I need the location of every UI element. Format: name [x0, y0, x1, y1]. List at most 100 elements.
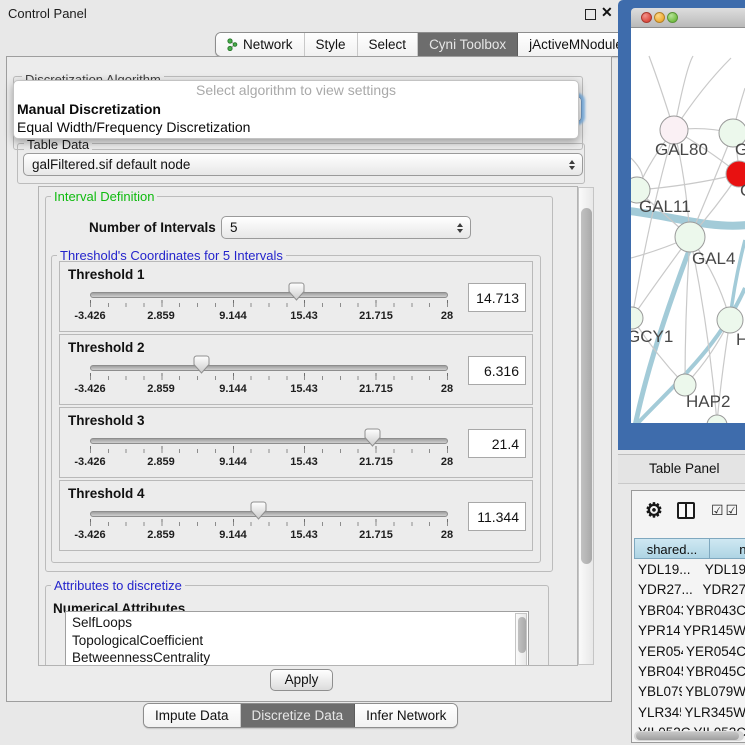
list-item-topologicalcoefficient[interactable]: TopologicalCoefficient [66, 632, 528, 650]
tick-marks [90, 376, 449, 380]
table-cell: YBR045C [634, 662, 683, 682]
column-header-shared-name[interactable]: shared... [634, 538, 710, 559]
column-header-name[interactable]: na [710, 538, 745, 559]
table-panel-title: Table Panel [649, 461, 720, 476]
horizontal-scrollbar-thumb[interactable] [636, 732, 739, 740]
table-cell: YDL19 [702, 560, 745, 580]
traffic-light-close-icon[interactable] [641, 12, 652, 23]
list-scrollbar[interactable] [515, 613, 527, 666]
tab-label: Style [316, 33, 346, 56]
network-canvas[interactable]: GAL80 G. C GAL11 GAL4 GCY1 H HAP2 [631, 28, 745, 423]
apply-button[interactable]: Apply [270, 669, 333, 691]
threshold-value-field[interactable]: 11.344 [468, 502, 526, 531]
tick-label: 9.144 [219, 310, 247, 322]
table-cell: YDR27... [634, 580, 699, 600]
table-row[interactable]: YDR27...YDR27 [634, 580, 745, 600]
popup-item-manual-discretization[interactable]: Manual Discretization [14, 100, 578, 118]
node-label: G. [735, 140, 745, 159]
tab-infer-network[interactable]: Infer Network [355, 704, 457, 727]
slider-track[interactable] [90, 438, 448, 444]
tab-cyni-toolbox[interactable]: Cyni Toolbox [418, 33, 518, 56]
tab-select[interactable]: Select [358, 33, 419, 56]
network-icon [227, 38, 238, 51]
network-node-bottom[interactable] [707, 415, 727, 423]
table-row[interactable]: YBL079WYBL079W [634, 682, 745, 702]
table-data-selected-value: galFiltered.sif default node [32, 157, 190, 172]
threshold-label: Threshold 2 [68, 340, 145, 355]
network-node-gal4[interactable] [675, 222, 705, 252]
slider-track[interactable] [90, 511, 448, 517]
threshold-value-field[interactable]: 14.713 [468, 283, 526, 312]
tab-label: Infer Network [366, 704, 446, 727]
tick-label: 15.43 [290, 383, 318, 395]
threshold-label: Threshold 3 [68, 413, 145, 428]
threshold-value-field[interactable]: 6.316 [468, 356, 526, 385]
interval-definition-group-title: Interval Definition [51, 189, 157, 204]
number-of-intervals-label: Number of Intervals [89, 220, 216, 235]
tick-label: 15.43 [290, 310, 318, 322]
float-window-icon[interactable] [585, 9, 596, 20]
horizontal-scrollbar[interactable] [634, 731, 744, 741]
screen: Control Panel ✕ Network Style Select Cyn… [0, 0, 745, 745]
table-row[interactable]: YER054CYER054C [634, 642, 745, 662]
tick-label: 15.43 [290, 456, 318, 468]
table-cell: YBL079W [682, 682, 745, 702]
slider-thumb[interactable] [250, 501, 267, 520]
tick-label: 2.859 [147, 456, 175, 468]
node-label: H [736, 330, 745, 349]
popup-item-equal-width-frequency[interactable]: Equal Width/Frequency Discretization [14, 118, 578, 136]
slider-track[interactable] [90, 292, 448, 298]
table-cell: YBL079W [634, 682, 682, 702]
content-scrollbar-thumb[interactable] [581, 208, 592, 564]
table-row[interactable]: YPR145WYPR145W [634, 621, 745, 641]
tab-style[interactable]: Style [305, 33, 358, 56]
table-cell: YER054C [634, 642, 683, 662]
network-window: GAL80 G. C GAL11 GAL4 GCY1 H HAP2 [618, 0, 745, 450]
tab-network[interactable]: Network [216, 33, 305, 56]
tick-marks [90, 449, 449, 453]
tick-label: 2.859 [147, 310, 175, 322]
node-label: GAL11 [639, 197, 691, 216]
tick-label: 28 [441, 310, 453, 322]
table-column-headers: shared... na [634, 538, 745, 559]
split-view-icon[interactable] [677, 502, 695, 519]
tick-label: -3.426 [74, 529, 105, 541]
list-scrollbar-thumb[interactable] [518, 617, 526, 653]
tick-label: 9.144 [219, 529, 247, 541]
list-item-betweennesscentrality[interactable]: BetweennessCentrality [66, 649, 528, 666]
table-data-combobox[interactable]: galFiltered.sif default node [23, 153, 583, 176]
tick-label: -3.426 [74, 383, 105, 395]
slider-thumb[interactable] [364, 428, 381, 447]
node-label: GAL4 [692, 249, 735, 268]
table-data-group-title: Table Data [24, 137, 92, 152]
tick-marks [90, 303, 449, 307]
threshold-label: Threshold 4 [68, 486, 145, 501]
slider-thumb[interactable] [288, 282, 305, 301]
table-row[interactable]: YBR045CYBR045C [634, 662, 745, 682]
table-row[interactable]: YBR043CYBR043C [634, 601, 745, 621]
traffic-light-minimize-icon[interactable] [654, 12, 665, 23]
list-item-selfloops[interactable]: SelfLoops [66, 612, 528, 632]
threshold-row: Threshold 1 -3.426 2.859 9.144 15.43 21.… [59, 261, 533, 332]
threshold-value-field[interactable]: 21.4 [468, 429, 526, 458]
checkbox-icons[interactable]: ☑☑ [711, 502, 740, 519]
content-scrollbar[interactable] [578, 187, 594, 665]
traffic-light-zoom-icon[interactable] [667, 12, 678, 23]
number-of-intervals-combobox[interactable]: 5 [221, 216, 471, 239]
slider-thumb[interactable] [193, 355, 210, 374]
tab-impute-data[interactable]: Impute Data [144, 704, 241, 727]
tick-label: 2.859 [147, 383, 175, 395]
tick-label: 15.43 [290, 529, 318, 541]
table-row[interactable]: YDL19...YDL19 [634, 560, 745, 580]
tick-label: 21.715 [359, 456, 393, 468]
settings-gear-icon[interactable]: ⚙ [645, 498, 663, 523]
network-window-titlebar[interactable] [631, 8, 745, 28]
network-node-gcy1[interactable] [631, 307, 643, 329]
tab-label: jActiveMNodules [529, 33, 630, 56]
tab-discretize-data[interactable]: Discretize Data [241, 704, 356, 727]
close-icon[interactable]: ✕ [601, 4, 613, 21]
algorithm-dropdown-popup: Select algorithm to view settings Manual… [13, 80, 579, 139]
table-row[interactable]: YLR345WYLR345W [634, 703, 745, 723]
attributes-list[interactable]: SelfLoops TopologicalCoefficient Between… [65, 611, 529, 666]
slider-track[interactable] [90, 365, 448, 371]
